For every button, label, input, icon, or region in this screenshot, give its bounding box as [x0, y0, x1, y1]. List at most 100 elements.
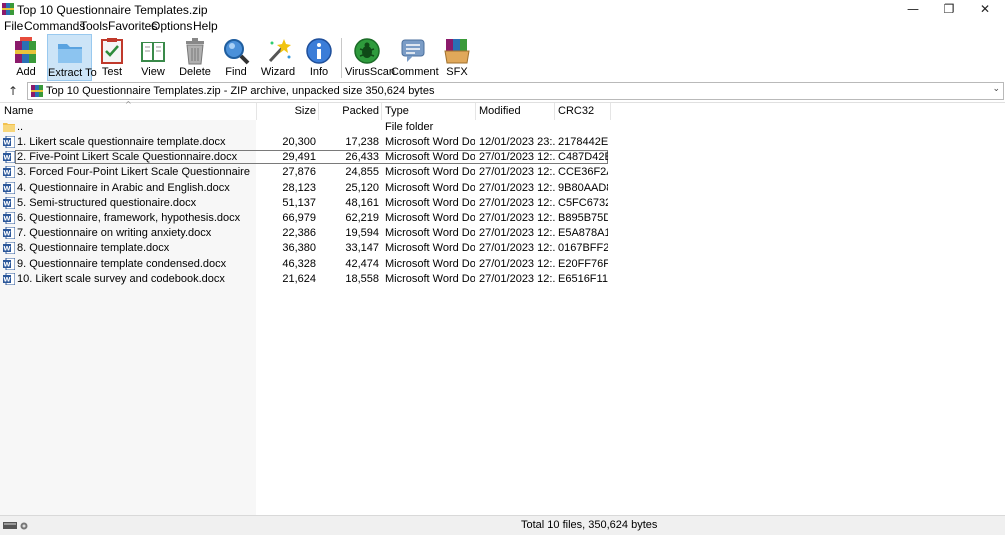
file-crc32: E20FF76F	[558, 257, 608, 270]
parent-folder-row[interactable]: .. File folder	[0, 120, 1005, 135]
virusscan-button[interactable]: VirusScan	[345, 34, 395, 81]
test-button[interactable]: Test	[93, 34, 131, 81]
test-label: Test	[101, 66, 123, 78]
file-type: Microsoft Word Do...	[385, 136, 475, 148]
word-document-icon: W	[3, 272, 15, 285]
file-row[interactable]: W 5. Semi-structured questionaire.docx 51,…	[0, 196, 1005, 211]
file-name: 1. Likert scale questionnaire template.d…	[17, 136, 226, 148]
svg-text:W: W	[3, 215, 10, 223]
svg-text:W: W	[3, 139, 10, 147]
sfx-label: SFX	[446, 66, 468, 78]
menu-favorites[interactable]: Favorites	[108, 19, 157, 33]
column-divider[interactable]	[256, 103, 257, 120]
file-list: Name ^ Size Packed Type Modified CRC32 .…	[0, 100, 1005, 515]
svg-text:W: W	[3, 245, 10, 253]
column-divider[interactable]	[610, 103, 611, 120]
restore-button[interactable]: ❐	[931, 0, 967, 19]
file-crc32: 0167BFF2	[558, 242, 608, 255]
file-type: Microsoft Word Do...	[385, 212, 475, 224]
file-row[interactable]: W 7. Questionnaire on writing anxiety.doc…	[0, 226, 1005, 241]
menu-help[interactable]: Help	[193, 19, 218, 33]
file-type: Microsoft Word Do...	[385, 257, 475, 270]
column-header-type[interactable]: Type	[385, 103, 409, 120]
add-button[interactable]: Add	[6, 34, 46, 81]
virusscan-label: VirusScan	[345, 66, 395, 78]
comment-button[interactable]: Comment	[391, 34, 439, 81]
file-packed: 62,219	[345, 212, 379, 224]
column-header-modified[interactable]: Modified	[479, 103, 521, 120]
extract-folder-icon	[57, 44, 82, 63]
file-packed: 42,474	[345, 257, 379, 270]
delete-button[interactable]: Delete	[175, 34, 215, 81]
file-type: Microsoft Word Do...	[385, 166, 475, 179]
menu-file[interactable]: File	[4, 19, 23, 33]
file-crc32: C487D42E	[558, 151, 608, 164]
virus-scan-icon	[354, 38, 380, 64]
column-divider[interactable]	[318, 103, 319, 120]
file-name: 10. Likert scale survey and codebook.doc…	[17, 272, 225, 285]
sort-ascending-icon: ^	[125, 100, 132, 109]
add-archive-icon	[15, 37, 36, 63]
file-size: 27,876	[282, 166, 316, 179]
menu-tools[interactable]: Tools	[80, 19, 108, 33]
info-button[interactable]: Info	[302, 34, 336, 81]
menu-commands[interactable]: Commands	[24, 19, 85, 33]
file-crc32: E6516F11	[558, 272, 608, 285]
file-row[interactable]: W 10. Likert scale survey and codebook.do…	[0, 272, 1005, 287]
word-document-icon: W	[3, 212, 15, 224]
extract-to-label: Extract To	[48, 67, 97, 79]
file-row[interactable]: W 9. Questionnaire template condensed.doc…	[0, 257, 1005, 272]
file-modified: 27/01/2023 12:...	[479, 151, 555, 164]
extract-to-button[interactable]: Extract To	[47, 34, 97, 81]
drive-icon	[3, 522, 28, 530]
up-arrow-icon: ↑	[7, 84, 19, 98]
wizard-button[interactable]: Wizard	[258, 34, 298, 81]
file-name: 8. Questionnaire template.docx	[17, 242, 170, 255]
find-button[interactable]: Find	[218, 34, 254, 81]
file-name: 7. Questionnaire on writing anxiety.docx	[17, 227, 212, 240]
menu-options[interactable]: Options	[151, 19, 192, 33]
file-packed: 19,594	[345, 227, 379, 240]
word-document-icon: W	[3, 166, 15, 179]
column-divider[interactable]	[381, 103, 382, 120]
close-button[interactable]: ✕	[967, 0, 1003, 19]
column-header-packed[interactable]: Packed	[320, 103, 379, 120]
up-folder-button[interactable]: ↑	[5, 83, 21, 99]
file-packed: 26,433	[345, 151, 379, 164]
view-button[interactable]: View	[134, 34, 172, 81]
column-header-name[interactable]: Name	[4, 103, 33, 120]
parent-folder-type: File folder	[385, 121, 434, 133]
file-crc32: CCE36F2A	[558, 166, 608, 179]
svg-text:W: W	[3, 260, 10, 268]
file-row[interactable]: W 4. Questionnaire in Arabic and English.…	[0, 181, 1005, 196]
minimize-button[interactable]: —	[895, 0, 931, 19]
file-modified: 27/01/2023 12:...	[479, 181, 555, 194]
column-header-crc32[interactable]: CRC32	[558, 103, 594, 120]
file-size: 29,491	[282, 151, 316, 164]
column-header-size[interactable]: Size	[258, 103, 316, 120]
file-packed: 48,161	[345, 196, 379, 209]
column-divider[interactable]	[475, 103, 476, 120]
file-row[interactable]: W 2. Five-Point Likert Scale Questionnair…	[0, 150, 1005, 165]
svg-text:W: W	[3, 275, 10, 283]
info-label: Info	[309, 66, 329, 78]
file-row[interactable]: W 8. Questionnaire template.docx 36,380 33,…	[0, 241, 1005, 256]
file-row[interactable]: W 1. Likert scale questionnaire template.…	[0, 135, 1005, 150]
file-name: 6. Questionnaire, framework, hypothesis.…	[17, 212, 241, 224]
menu-bar: File Commands Tools Favorites Options He…	[0, 19, 1005, 34]
file-row[interactable]: W 6. Questionnaire, framework, hypothesis…	[0, 211, 1005, 226]
address-bar[interactable]: Top 10 Questionnaire Templates.zip - ZIP…	[27, 82, 1004, 100]
chevron-down-icon[interactable]: ⌄	[992, 84, 1000, 94]
sfx-button[interactable]: SFX	[439, 34, 475, 81]
column-divider[interactable]	[554, 103, 555, 120]
file-size: 66,979	[282, 212, 316, 224]
file-type: Microsoft Word Do...	[385, 181, 475, 194]
magnifier-icon	[224, 39, 250, 65]
add-label: Add	[16, 66, 36, 78]
word-document-icon: W	[3, 136, 15, 148]
svg-text:W: W	[3, 230, 10, 238]
file-crc32: 2178442E	[558, 136, 608, 148]
svg-text:W: W	[3, 154, 10, 162]
file-packed: 24,855	[345, 166, 379, 179]
file-row[interactable]: W 3. Forced Four-Point Likert Scale Quest…	[0, 165, 1005, 180]
